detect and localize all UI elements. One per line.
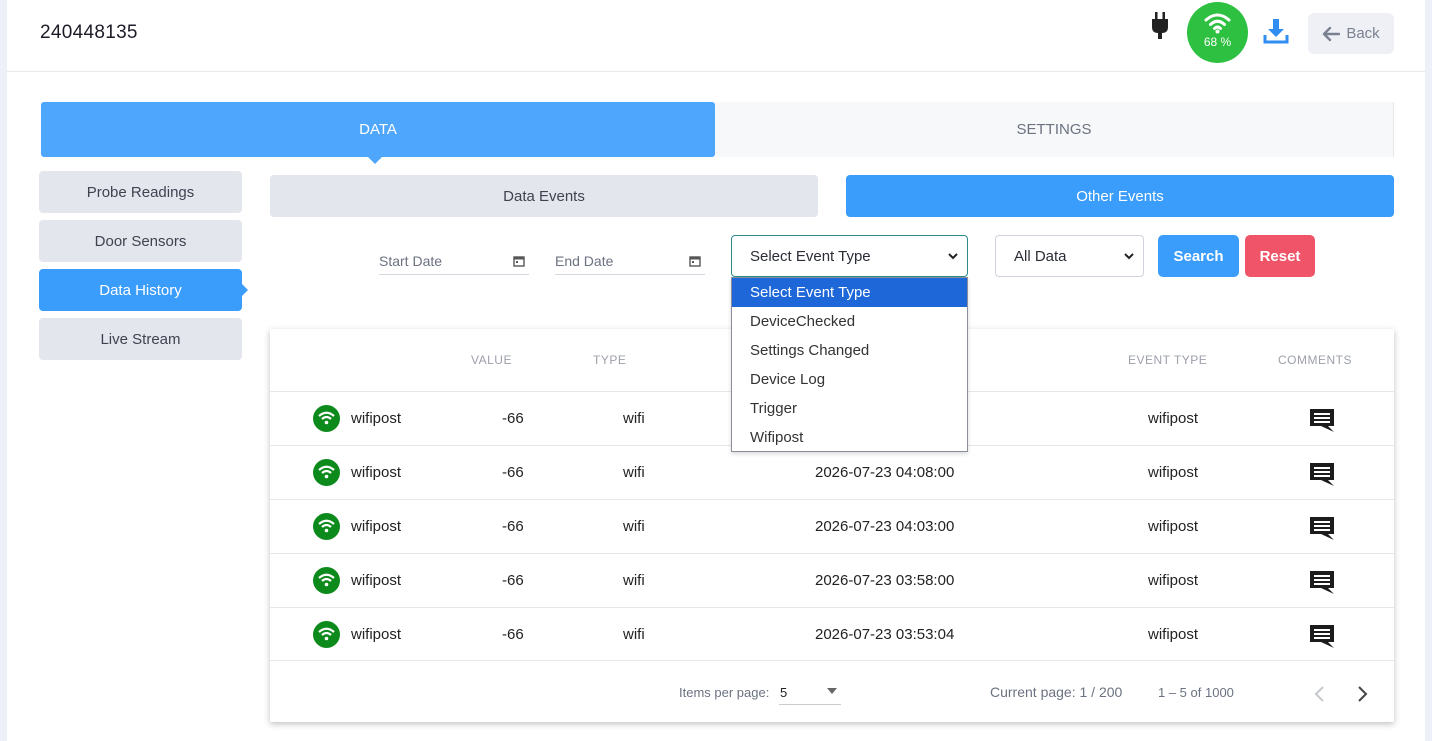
header-bar: 240448135 68 % Back bbox=[7, 0, 1425, 72]
cell-type: wifi bbox=[623, 410, 645, 427]
wifi-signal-badge[interactable]: 68 % bbox=[1187, 2, 1248, 63]
event-type-dropdown: Select Event Type DeviceChecked Settings… bbox=[731, 277, 968, 452]
dropdown-option-wifipost[interactable]: Wifipost bbox=[732, 423, 967, 452]
sidebar-item-door-sensors[interactable]: Door Sensors bbox=[39, 220, 242, 262]
cell-event-type: wifipost bbox=[1148, 626, 1199, 643]
wifi-icon bbox=[313, 459, 340, 486]
items-per-page-value: 5 bbox=[780, 685, 788, 700]
cell-value: -66 bbox=[502, 626, 524, 643]
end-date-input[interactable]: End Date bbox=[555, 249, 705, 275]
cell-name: wifipost bbox=[351, 626, 402, 643]
start-date-input[interactable]: Start Date bbox=[379, 249, 529, 275]
arrow-left-icon bbox=[1323, 26, 1341, 41]
back-label: Back bbox=[1346, 25, 1380, 42]
dropdown-option-device-log[interactable]: Device Log bbox=[732, 365, 967, 394]
comment-icon[interactable] bbox=[1308, 623, 1336, 650]
reset-button[interactable]: Reset bbox=[1245, 235, 1315, 277]
cell-value: -66 bbox=[502, 410, 524, 427]
cell-event-type: wifipost bbox=[1148, 572, 1199, 589]
column-header-value: VALUE bbox=[471, 353, 512, 367]
comment-icon[interactable] bbox=[1308, 569, 1336, 596]
data-scope-select[interactable]: All Data bbox=[995, 235, 1144, 277]
comment-icon[interactable] bbox=[1308, 461, 1336, 488]
caret-down-icon bbox=[827, 688, 837, 694]
table-row[interactable]: wifipost -66 wifi 2026-07-23 04:08:00 wi… bbox=[270, 445, 1394, 499]
chevron-down-icon bbox=[948, 253, 958, 260]
event-type-select[interactable]: Select Event Type bbox=[731, 235, 968, 277]
dropdown-option-settings-changed[interactable]: Settings Changed bbox=[732, 336, 967, 365]
chevron-left-icon[interactable] bbox=[1313, 686, 1325, 702]
start-date-placeholder: Start Date bbox=[379, 253, 443, 269]
cell-value: -66 bbox=[502, 572, 524, 589]
main-tabs: DATA SETTINGS bbox=[41, 102, 1394, 164]
cell-value: -66 bbox=[502, 518, 524, 535]
page: 240448135 68 % Back DATA SETTINGS Probe … bbox=[7, 0, 1425, 741]
wifi-icon bbox=[313, 621, 340, 648]
column-header-comments: COMMENTS bbox=[1278, 353, 1352, 367]
calendar-icon[interactable] bbox=[689, 255, 701, 267]
items-per-page-label: Items per page: bbox=[679, 685, 770, 700]
cell-type: wifi bbox=[623, 626, 645, 643]
wifi-icon bbox=[313, 567, 340, 594]
search-button[interactable]: Search bbox=[1158, 235, 1239, 277]
cell-time: 2026-07-23 03:58:00 bbox=[815, 572, 955, 589]
wifi-icon bbox=[313, 405, 340, 432]
tab-data[interactable]: DATA bbox=[41, 102, 715, 164]
current-page-label: Current page: 1 / 200 bbox=[990, 684, 1123, 700]
sidebar-item-data-history[interactable]: Data History bbox=[39, 269, 248, 311]
back-button[interactable]: Back bbox=[1308, 13, 1394, 54]
cell-event-type: wifipost bbox=[1148, 410, 1199, 427]
cell-value: -66 bbox=[502, 464, 524, 481]
chevron-right-icon[interactable] bbox=[1357, 686, 1369, 702]
column-header-type: TYPE bbox=[593, 353, 627, 367]
cell-event-type: wifipost bbox=[1148, 518, 1199, 535]
cell-name: wifipost bbox=[351, 572, 402, 589]
comment-icon[interactable] bbox=[1308, 515, 1336, 542]
end-date-placeholder: End Date bbox=[555, 253, 614, 269]
dropdown-option-select-event-type[interactable]: Select Event Type bbox=[732, 278, 967, 307]
tab-data-events[interactable]: Data Events bbox=[270, 175, 818, 217]
table-row[interactable]: wifipost -66 wifi 2026-07-23 03:58:00 wi… bbox=[270, 553, 1394, 607]
cell-type: wifi bbox=[623, 518, 645, 535]
column-header-event-type: EVENT TYPE bbox=[1128, 353, 1208, 367]
cell-type: wifi bbox=[623, 572, 645, 589]
calendar-icon[interactable] bbox=[513, 255, 525, 267]
comment-icon[interactable] bbox=[1308, 407, 1336, 434]
dropdown-option-devicechecked[interactable]: DeviceChecked bbox=[732, 307, 967, 336]
data-scope-value: All Data bbox=[1014, 247, 1067, 265]
download-icon[interactable] bbox=[1263, 18, 1289, 44]
wifi-icon bbox=[1204, 13, 1231, 34]
wifi-percent: 68 % bbox=[1203, 35, 1232, 49]
table-row[interactable]: wifipost -66 wifi 2026-07-23 04:03:00 wi… bbox=[270, 499, 1394, 553]
items-per-page-select[interactable]: 5 bbox=[779, 675, 841, 705]
dropdown-option-trigger[interactable]: Trigger bbox=[732, 394, 967, 423]
cell-name: wifipost bbox=[351, 518, 402, 535]
device-id: 240448135 bbox=[40, 22, 138, 43]
tab-other-events[interactable]: Other Events bbox=[846, 175, 1394, 217]
wifi-icon bbox=[313, 513, 340, 540]
cell-type: wifi bbox=[623, 464, 645, 481]
range-label: 1 – 5 of 1000 bbox=[1158, 685, 1234, 700]
event-type-value: Select Event Type bbox=[750, 247, 871, 265]
cell-time: 2026-07-23 03:53:04 bbox=[815, 626, 955, 643]
tab-settings[interactable]: SETTINGS bbox=[715, 102, 1394, 157]
cell-time: 2026-07-23 04:03:00 bbox=[815, 518, 955, 535]
cell-event-type: wifipost bbox=[1148, 464, 1199, 481]
chevron-down-icon bbox=[1124, 253, 1134, 260]
table-row[interactable]: wifipost -66 wifi 2026-07-23 03:53:04 wi… bbox=[270, 607, 1394, 661]
cell-name: wifipost bbox=[351, 464, 402, 481]
paginator: Items per page: 5 Current page: 1 / 200 … bbox=[270, 660, 1394, 722]
plug-icon[interactable] bbox=[1149, 12, 1171, 40]
sidebar-item-live-stream[interactable]: Live Stream bbox=[39, 318, 242, 360]
cell-time: 2026-07-23 04:08:00 bbox=[815, 464, 955, 481]
cell-name: wifipost bbox=[351, 410, 402, 427]
sidebar-item-probe-readings[interactable]: Probe Readings bbox=[39, 171, 242, 213]
